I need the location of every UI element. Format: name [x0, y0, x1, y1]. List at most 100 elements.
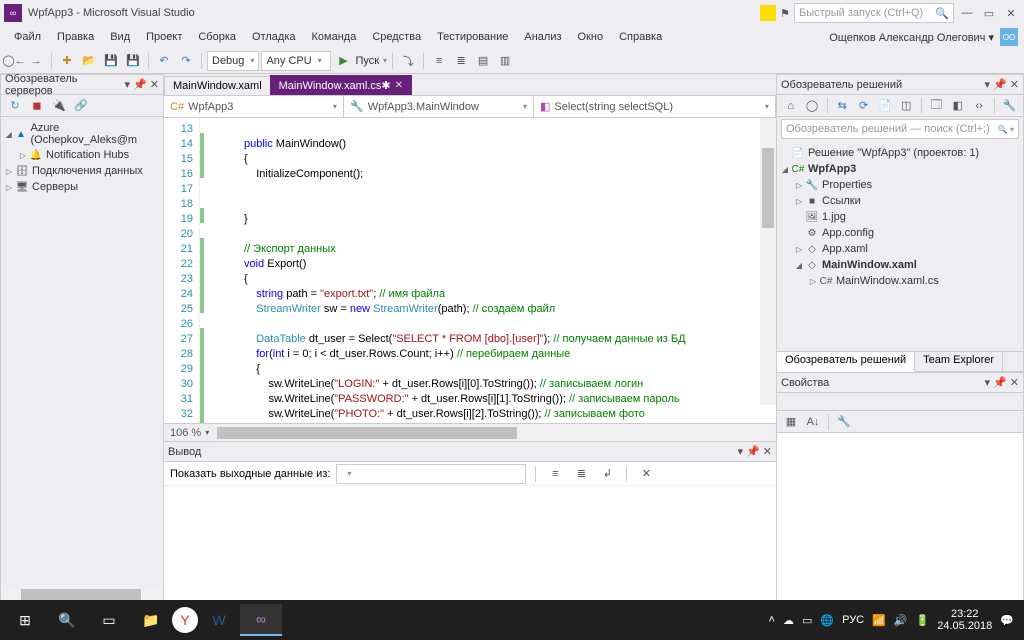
pin-icon[interactable]: 📌 — [993, 376, 1007, 389]
avatar[interactable]: ОО — [1000, 28, 1018, 46]
sync-icon[interactable]: ⇆ — [833, 96, 852, 116]
menu-Отладка[interactable]: Отладка — [244, 28, 303, 46]
close-icon[interactable]: ✕ — [1010, 376, 1019, 389]
platform-combo[interactable]: Any CPU — [261, 51, 331, 71]
lang-indicator[interactable]: РУС — [842, 614, 864, 626]
dropdown-icon[interactable]: ▾ — [125, 78, 131, 91]
menu-Правка[interactable]: Правка — [49, 28, 102, 46]
save-all-icon[interactable]: 💾 — [123, 51, 143, 71]
connect-icon[interactable]: ↻ — [5, 96, 25, 116]
categorized-icon[interactable]: ▦ — [781, 412, 801, 432]
pin-icon[interactable]: 📌 — [993, 78, 1007, 91]
tree-item[interactable]: ▷🗄Подключения данных — [3, 163, 161, 179]
pin-icon[interactable]: 📌 — [746, 445, 760, 458]
indent-less-icon[interactable]: ≡ — [429, 51, 449, 71]
action-center-icon[interactable]: 💬 — [1000, 614, 1014, 627]
tree-item[interactable]: ◢C#WpfApp3 — [779, 161, 1021, 177]
start-button[interactable]: ⊞ — [4, 604, 46, 636]
nav-class-combo[interactable]: 🔧WpfApp3.MainWindow▾ — [344, 96, 534, 117]
dropdown-icon[interactable]: ▾ — [985, 376, 991, 389]
output-source-combo[interactable] — [336, 464, 526, 484]
redo-icon[interactable]: ↷ — [176, 51, 196, 71]
menu-Окно[interactable]: Окно — [570, 28, 612, 46]
menu-Средства[interactable]: Средства — [364, 28, 429, 46]
indent-more-icon[interactable]: ≣ — [451, 51, 471, 71]
battery-icon[interactable]: 🔋 — [916, 614, 930, 627]
dropdown-icon[interactable]: ▾ — [738, 445, 744, 458]
search-taskbar-icon[interactable]: 🔍 — [46, 604, 88, 636]
tree-item[interactable]: ▷■Ссылки — [779, 193, 1021, 209]
panel-tab[interactable]: Обозреватель решений — [777, 352, 915, 372]
quick-launch-input[interactable]: Быстрый запуск (Ctrl+Q) 🔍 — [794, 3, 954, 23]
tree-item[interactable]: ◢▲Azure (Ochepkov_Aleks@m — [3, 121, 161, 147]
output-body[interactable] — [164, 486, 776, 604]
doc-tab[interactable]: MainWindow.xaml — [164, 76, 271, 95]
close-icon[interactable]: ✕ — [1010, 78, 1019, 91]
comment-icon[interactable]: ▤ — [473, 51, 493, 71]
volume-icon[interactable]: 🔊 — [894, 614, 908, 627]
config-combo[interactable]: Debug — [207, 51, 259, 71]
v-scrollbar[interactable] — [760, 118, 776, 405]
word-icon[interactable]: W — [198, 604, 240, 636]
tree-item[interactable]: ▷◇App.xaml — [779, 241, 1021, 257]
dropdown-icon[interactable]: ▾ — [985, 78, 991, 91]
menu-Команда[interactable]: Команда — [304, 28, 365, 46]
explorer-icon[interactable]: 📁 — [130, 604, 172, 636]
network-icon[interactable]: 🌐 — [820, 614, 834, 627]
collapse-icon[interactable]: 📄 — [875, 96, 894, 116]
tree-item[interactable]: 🖼1.jpg — [779, 209, 1021, 225]
menu-Проект[interactable]: Проект — [138, 28, 190, 46]
tree-item[interactable]: ▷🔔Notification Hubs — [3, 147, 161, 163]
zoom-level[interactable]: 106 % — [170, 427, 201, 439]
showall-icon[interactable]: ◫ — [897, 96, 916, 116]
nav-back-icon[interactable]: ◯← — [4, 51, 24, 71]
undo-icon[interactable]: ↶ — [154, 51, 174, 71]
back-icon[interactable]: ◯ — [802, 96, 821, 116]
properties-object-combo[interactable] — [777, 393, 1023, 411]
restore-button[interactable]: ▭ — [980, 4, 998, 22]
onedrive-icon[interactable]: ☁ — [783, 614, 794, 627]
vs-taskbar-icon[interactable]: ∞ — [240, 604, 282, 636]
menu-Анализ[interactable]: Анализ — [516, 28, 569, 46]
menu-Вид[interactable]: Вид — [102, 28, 138, 46]
properties-icon[interactable]: 🗔 — [927, 96, 946, 116]
clear-all-icon[interactable]: ✕ — [636, 464, 656, 484]
properties-grid[interactable] — [777, 433, 1023, 603]
tree-item[interactable]: ◢◇MainWindow.xaml — [779, 257, 1021, 273]
pin-icon[interactable]: 📌 — [133, 78, 147, 91]
tree-item[interactable]: ⚙App.config — [779, 225, 1021, 241]
new-project-icon[interactable]: ✚ — [57, 51, 77, 71]
tree-item[interactable]: ▷🖥Серверы — [3, 179, 161, 195]
solution-search-input[interactable]: Обозреватель решений — поиск (Ctrl+;) 🔍 … — [781, 119, 1019, 139]
add-icon[interactable]: 🔌 — [49, 96, 69, 116]
minimize-button[interactable]: — — [958, 4, 976, 22]
notification-badge-icon[interactable] — [760, 5, 776, 21]
toggle-icon[interactable]: ≣ — [571, 464, 591, 484]
start-icon[interactable]: ▶ — [333, 51, 353, 71]
system-tray[interactable]: ˄ ☁ ▭ 🌐 РУС 📶 🔊 🔋 23:22 24.05.2018 💬 — [769, 608, 1020, 632]
flag-icon[interactable]: ⚑ — [780, 7, 790, 20]
tray-chevron-icon[interactable]: ˄ — [769, 614, 775, 626]
menu-Файл[interactable]: Файл — [6, 28, 49, 46]
alpha-icon[interactable]: A↓ — [803, 412, 823, 432]
uncomment-icon[interactable]: ▥ — [495, 51, 515, 71]
nav-scope-combo[interactable]: C#WpfApp3▾ — [164, 96, 344, 117]
doc-tab[interactable]: MainWindow.xaml.cs✱✕ — [270, 75, 412, 95]
menu-Справка[interactable]: Справка — [611, 28, 670, 46]
clear-icon[interactable]: ≡ — [545, 464, 565, 484]
tree-item[interactable]: ▷C#MainWindow.xaml.cs — [779, 273, 1021, 289]
security-icon[interactable]: ▭ — [802, 614, 812, 627]
panel-tab[interactable]: Team Explorer — [915, 352, 1003, 371]
start-label[interactable]: Пуск — [355, 55, 379, 67]
code-content[interactable]: public MainWindow(){ InitializeComponent… — [204, 118, 776, 423]
tree-item[interactable]: ▷🔧Properties — [779, 177, 1021, 193]
stop-icon[interactable]: ◼ — [27, 96, 47, 116]
clock[interactable]: 23:22 24.05.2018 — [937, 608, 992, 632]
wrap-icon[interactable]: ↲ — [597, 464, 617, 484]
nav-fwd-icon[interactable]: → — [26, 51, 46, 71]
tree-item[interactable]: 📄Решение "WpfApp3" (проектов: 1) — [779, 145, 1021, 161]
preview-icon[interactable]: ◧ — [948, 96, 967, 116]
editor-h-scrollbar[interactable] — [215, 425, 770, 441]
save-icon[interactable]: 💾 — [101, 51, 121, 71]
code-editor[interactable]: 1314151617181920212223242526272829303132… — [164, 118, 776, 423]
